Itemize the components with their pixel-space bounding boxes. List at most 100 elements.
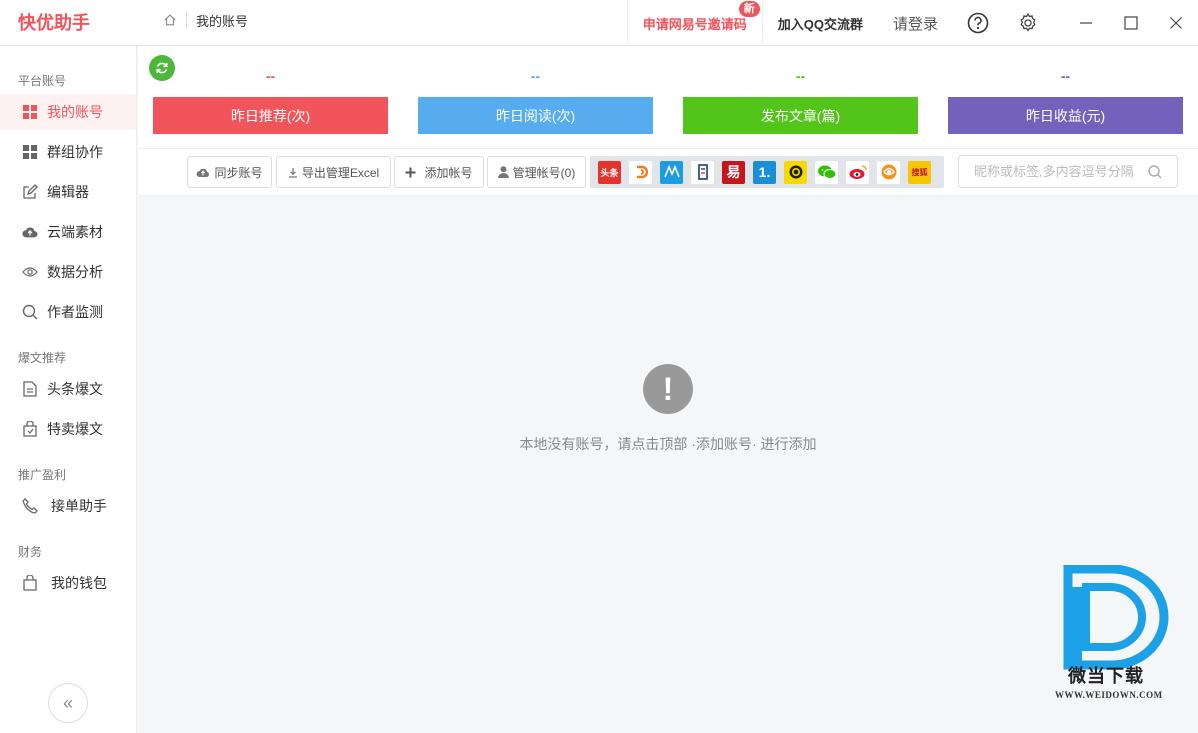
sidebar-item-data-analysis[interactable]: 数据分析: [0, 254, 136, 290]
stat-value-read: --: [530, 68, 541, 84]
title-bar-actions: 申请网易号邀请码 新 加入QQ交流群 请登录: [626, 0, 1198, 46]
baijia-icon[interactable]: [660, 160, 683, 184]
app-title: 快优助手: [18, 13, 90, 33]
section-title-finance: 财务: [18, 545, 43, 559]
export-excel-button[interactable]: 导出管理Excel: [276, 156, 391, 188]
wangyi-icon[interactable]: 易: [722, 160, 745, 184]
sidebar: 平台账号 我的账号 群组协作 编辑器 云端素材 数据分析 作者监测 爆文推荐 头…: [0, 46, 137, 733]
stat-card-income[interactable]: 昨日收益(元): [948, 97, 1183, 134]
sidebar-item-sale-hot[interactable]: 特卖爆文: [0, 411, 136, 447]
section-title-hot-articles: 爆文推荐: [18, 351, 67, 365]
sidebar-item-label: 作者监测: [47, 304, 103, 320]
stat-value-income: --: [1060, 68, 1071, 84]
sync-accounts-label: 同步账号: [214, 165, 263, 180]
sidebar-item-my-accounts[interactable]: 我的账号: [0, 94, 136, 130]
dayu-icon[interactable]: [629, 160, 652, 184]
stat-card-recommend[interactable]: 昨日推荐(次): [153, 97, 388, 134]
qiehao-icon[interactable]: [691, 160, 714, 184]
download-icon: [288, 167, 298, 178]
sidebar-item-group-collab[interactable]: 群组协作: [0, 134, 136, 170]
platform-filter-bar: 头条 易 1. 搜狐: [590, 156, 944, 188]
add-account-label: 添加帐号: [424, 165, 473, 180]
help-button[interactable]: [953, 0, 1003, 46]
minimize-button[interactable]: [1063, 0, 1108, 46]
stat-value-articles: --: [795, 68, 806, 84]
edit-icon: [22, 184, 38, 200]
search-input[interactable]: [959, 164, 1147, 179]
search-icon: [22, 304, 38, 320]
wechat-icon[interactable]: [815, 160, 838, 184]
eye-icon: [22, 264, 38, 280]
sidebar-item-label: 头条爆文: [47, 381, 103, 397]
warning-icon: !: [643, 364, 693, 414]
title-bar: 快优助手 我的账号 申请网易号邀请码 新 加入QQ交流群 请登录: [0, 0, 1198, 46]
account-toolbar: 同步账号 导出管理Excel 添加帐号 管理帐号(0) 头条 易 1. 搜狐: [138, 148, 1198, 196]
souhu-icon[interactable]: [784, 160, 807, 184]
section-title-platform: 平台账号: [18, 74, 67, 88]
phone-icon: [22, 498, 38, 514]
sidebar-item-label: 编辑器: [47, 184, 89, 200]
breadcrumb: 我的账号: [163, 10, 248, 30]
add-account-button[interactable]: 添加帐号: [394, 156, 484, 188]
sidebar-item-order-assistant[interactable]: 接单助手: [0, 488, 136, 524]
sync-accounts-button[interactable]: 同步账号: [187, 156, 272, 188]
gear-icon: [1020, 13, 1036, 32]
sidebar-item-editor[interactable]: 编辑器: [0, 174, 136, 210]
breadcrumb-divider: [186, 11, 187, 29]
stats-panel: -- -- -- -- 昨日推荐(次) 昨日阅读(次) 发布文章(篇) 昨日收益…: [138, 46, 1198, 148]
export-excel-label: 导出管理Excel: [301, 165, 380, 180]
sougou-icon[interactable]: 搜狐: [908, 160, 931, 184]
sidebar-item-toutiao-hot[interactable]: 头条爆文: [0, 371, 136, 407]
stat-card-read[interactable]: 昨日阅读(次): [418, 97, 653, 134]
sidebar-item-label: 数据分析: [47, 264, 103, 280]
weibo-icon[interactable]: [846, 160, 869, 184]
manage-accounts-label: 管理帐号(0): [512, 165, 576, 180]
sidebar-item-label: 接单助手: [51, 498, 107, 514]
toutiao-icon[interactable]: 头条: [598, 160, 621, 184]
section-title-promotion: 推广盈利: [18, 468, 67, 482]
user-icon: [497, 166, 509, 178]
breadcrumb-current: 我的账号: [196, 13, 249, 29]
sidebar-item-label: 群组协作: [47, 144, 103, 160]
empty-state-message: 本地没有账号，请点击顶部 ·添加账号· 进行添加: [519, 436, 817, 452]
watermark-title: 微当下载: [1068, 666, 1144, 686]
sidebar-item-label: 我的账号: [47, 104, 103, 120]
login-link[interactable]: 请登录: [878, 0, 953, 46]
sidebar-item-wallet[interactable]: 我的钱包: [0, 565, 136, 601]
minimize-icon: [1079, 22, 1092, 24]
join-qq-group-link[interactable]: 加入QQ交流群: [761, 0, 878, 46]
watermark-url: WWW.WEIDOWN.COM: [1055, 690, 1163, 700]
help-icon: [967, 12, 989, 34]
sidebar-item-author-monitor[interactable]: 作者监测: [0, 294, 136, 330]
plus-icon: [405, 167, 416, 178]
home-icon[interactable]: [163, 13, 177, 27]
close-button[interactable]: [1153, 0, 1198, 46]
document-icon: [22, 381, 38, 397]
grid-icon: [22, 104, 38, 120]
yidian-icon[interactable]: 1.: [753, 160, 776, 184]
apply-wangyi-invite-link[interactable]: 申请网易号邀请码 新: [626, 0, 762, 46]
settings-button[interactable]: [1003, 0, 1053, 46]
stat-value-recommend: --: [265, 68, 276, 84]
maximize-button[interactable]: [1108, 0, 1153, 46]
fenghuang-icon[interactable]: [877, 160, 900, 184]
bag-icon: [22, 575, 38, 591]
stat-card-articles[interactable]: 发布文章(篇): [683, 97, 918, 134]
sidebar-item-label: 云端素材: [47, 224, 103, 240]
sidebar-item-label: 我的钱包: [51, 575, 107, 591]
double-chevron-left-icon: «: [62, 692, 73, 713]
shopping-bag-icon: [22, 421, 38, 437]
cloud-upload-icon: [22, 224, 38, 240]
cloud-sync-icon: [196, 167, 210, 178]
close-icon: [1169, 17, 1182, 29]
new-badge: 新: [738, 1, 760, 17]
manage-accounts-button[interactable]: 管理帐号(0): [487, 156, 586, 188]
apply-wangyi-invite-label: 申请网易号邀请码: [642, 16, 747, 32]
maximize-icon: [1123, 16, 1138, 30]
grid-icon: [22, 144, 38, 160]
account-search[interactable]: [958, 155, 1178, 188]
search-icon[interactable]: [1147, 164, 1163, 180]
sidebar-item-cloud-materials[interactable]: 云端素材: [0, 214, 136, 250]
sidebar-item-label: 特卖爆文: [47, 421, 103, 437]
collapse-sidebar-button[interactable]: «: [48, 683, 88, 723]
